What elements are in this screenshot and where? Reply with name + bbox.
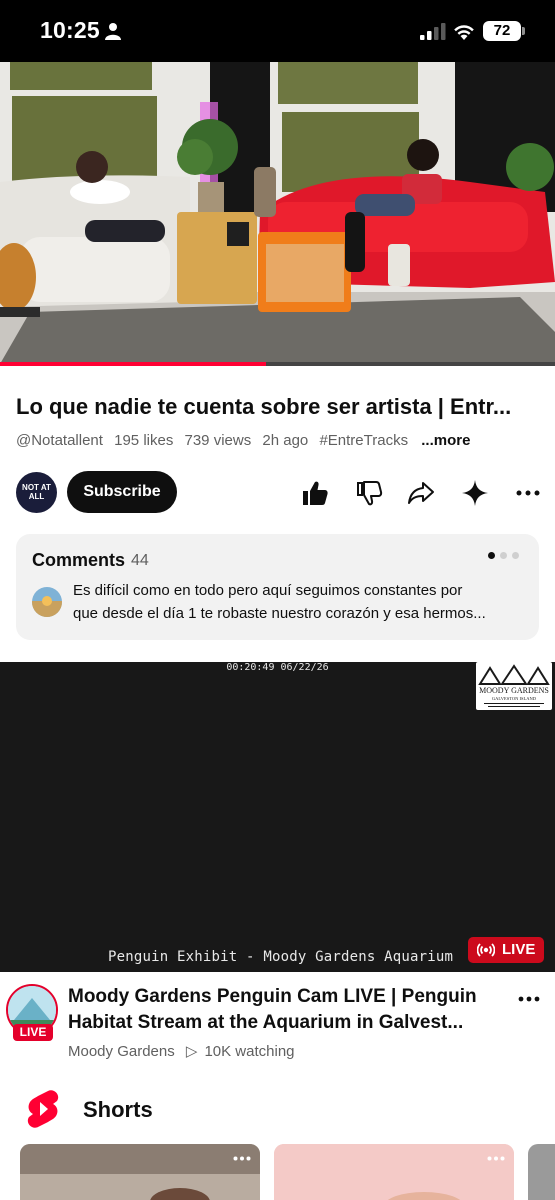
short-menu-icon[interactable] bbox=[233, 1156, 251, 1161]
shorts-header: Shorts bbox=[0, 1085, 555, 1135]
pager-dot-active bbox=[488, 552, 495, 559]
pager-dot bbox=[500, 552, 507, 559]
hashtag-link[interactable]: #EntreTracks bbox=[319, 432, 408, 449]
upload-age: 2h ago bbox=[262, 432, 309, 449]
shorts-logo-icon bbox=[27, 1090, 59, 1128]
live-video-player[interactable]: 00:20:49 06/22/26 MOODY GARDENS GALVESTO… bbox=[0, 662, 555, 972]
share-icon[interactable] bbox=[407, 479, 435, 507]
moody-gardens-logo: MOODY GARDENS GALVESTON ISLAND bbox=[476, 662, 552, 710]
view-count: 739 views bbox=[184, 432, 252, 449]
comments-pager-dots bbox=[488, 552, 524, 560]
channel-name[interactable]: Moody Gardens bbox=[68, 1043, 175, 1060]
video-progress-fill bbox=[0, 362, 267, 366]
avatar-live-badge: LIVE bbox=[13, 1024, 53, 1041]
top-comment: Es difícil como en todo pero aquí seguim… bbox=[73, 579, 528, 625]
svg-text:GALVESTON ISLAND: GALVESTON ISLAND bbox=[492, 696, 537, 701]
status-bar: 10:25 72 bbox=[0, 0, 555, 62]
dislike-icon[interactable] bbox=[355, 479, 383, 507]
video-details: Lo que nadie te cuenta sobre ser artista… bbox=[0, 372, 555, 662]
short-thumbnail[interactable] bbox=[20, 1144, 260, 1200]
shorts-title: Shorts bbox=[83, 1097, 153, 1122]
comments-count: 44 bbox=[131, 552, 149, 569]
ask-sparkle-icon[interactable] bbox=[461, 479, 489, 507]
live-video-meta: Moody Gardens ▷ 10K watching bbox=[68, 1042, 295, 1060]
video-frame-thumbnail bbox=[0, 62, 555, 364]
video-progress-bar[interactable] bbox=[0, 362, 555, 366]
short-menu-icon[interactable] bbox=[487, 1156, 505, 1161]
subscribe-button[interactable]: Subscribe bbox=[67, 471, 177, 513]
top-comment-line: Es difícil como en todo pero aquí seguim… bbox=[73, 582, 463, 599]
short-thumbnail[interactable] bbox=[528, 1144, 555, 1200]
live-broadcast-icon bbox=[477, 943, 495, 957]
commenter-avatar bbox=[32, 587, 62, 617]
more-actions-icon[interactable] bbox=[516, 479, 540, 507]
channel-handle[interactable]: @Notatallent bbox=[16, 432, 103, 449]
live-video-title[interactable]: Moody Gardens Penguin Cam LIVE | Penguin… bbox=[68, 984, 508, 1036]
live-video-menu-icon[interactable] bbox=[518, 996, 540, 1002]
video-player[interactable] bbox=[0, 62, 555, 364]
pager-dot bbox=[512, 552, 519, 559]
watching-count: 10K watching bbox=[204, 1043, 295, 1060]
live-badge: LIVE bbox=[468, 937, 544, 963]
video-title[interactable]: Lo que nadie te cuenta sobre ser artista… bbox=[16, 394, 546, 420]
live-video-title-line: Moody Gardens Penguin Cam LIVE | Penguin bbox=[68, 986, 477, 1007]
live-video-title-line: Habitat Stream at the Aquarium in Galves… bbox=[68, 1012, 464, 1033]
top-comment-line: que desde el día 1 te robaste nuestro co… bbox=[73, 605, 486, 622]
comments-title: Comments bbox=[32, 550, 126, 570]
battery-nub bbox=[522, 27, 525, 35]
cam-timestamp: 00:20:49 06/22/26 bbox=[226, 662, 329, 673]
live-badge-label: LIVE bbox=[502, 941, 536, 958]
play-icon: ▷ bbox=[185, 1043, 198, 1060]
cam-caption: Penguin Exhibit - Moody Gardens Aquarium bbox=[108, 949, 454, 965]
live-video-info[interactable]: LIVE Moody Gardens Penguin Cam LIVE | Pe… bbox=[0, 972, 555, 1072]
more-link[interactable]: ...more bbox=[421, 432, 470, 449]
channel-avatar[interactable]: NOT AT ALL bbox=[16, 472, 57, 513]
svg-text:MOODY GARDENS: MOODY GARDENS bbox=[479, 686, 549, 695]
like-count: 195 likes bbox=[114, 432, 174, 449]
person-icon bbox=[105, 23, 121, 40]
short-thumbnail[interactable] bbox=[274, 1144, 514, 1200]
comments-card[interactable]: Comments 44 Es difícil como en todo pero… bbox=[16, 534, 539, 640]
battery-level: 72 bbox=[483, 21, 521, 41]
status-time: 10:25 bbox=[40, 17, 100, 43]
video-meta-row: @Notatallent 195 likes 739 views 2h ago … bbox=[16, 432, 477, 449]
wifi-icon bbox=[454, 25, 474, 40]
cellular-signal-icon bbox=[420, 23, 446, 40]
like-icon[interactable] bbox=[301, 479, 329, 507]
